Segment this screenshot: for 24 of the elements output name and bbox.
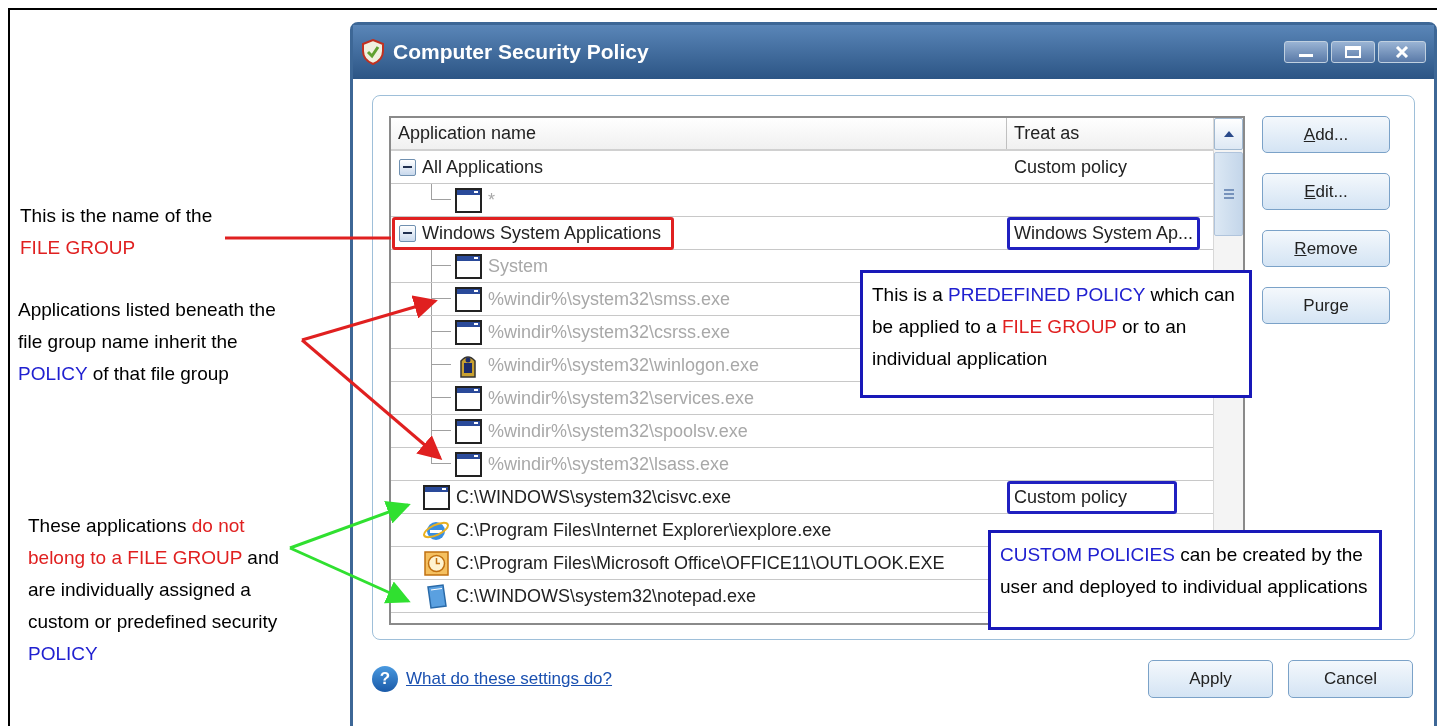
callout-tooltip: This is a PREDEFINED POLICY which can be applied to a FILE GROUP or to an individual application <box>860 270 1252 398</box>
callout-tooltip: CUSTOM POLICIES can be created by the user and deployed to individual applications <box>988 530 1382 630</box>
application-name: Windows System Applications <box>422 221 662 245</box>
application-name: C:\Program Files\Microsoft Office\OFFICE11\OUTLOOK.EXE <box>456 551 945 575</box>
application-name: %windir%\system32\spoolsv.exe <box>488 419 748 443</box>
policy-name: Custom policy <box>1013 155 1129 179</box>
application-name: %windir%\system32\winlogon.exe <box>488 353 760 377</box>
application-name: C:\Program Files\Internet Explorer\iexplore.exe <box>456 518 832 542</box>
application-name: %windir%\system32\smss.exe <box>488 287 731 311</box>
application-name: C:\WINDOWS\system32\cisvc.exe <box>456 485 732 509</box>
annotation-text: Applications listed beneath the file group name inherit the POLICY of that file group <box>18 298 277 386</box>
application-name: All Applications <box>422 155 544 179</box>
application-name: %windir%\system32\lsass.exe <box>488 452 730 476</box>
application-name: System <box>488 254 548 278</box>
application-name: C:\WINDOWS\system32\notepad.exe <box>456 584 757 608</box>
window-title: Computer Security Policy <box>393 39 649 66</box>
application-name: * <box>488 188 495 212</box>
policy-name: Windows System Ap... <box>1007 216 1201 250</box>
annotation-text: This is the name of the FILE GROUP <box>20 204 214 260</box>
application-name: %windir%\system32\services.exe <box>488 386 755 410</box>
application-name: %windir%\system32\csrss.exe <box>488 320 731 344</box>
policy-name: Custom policy <box>1007 480 1177 514</box>
annotation-text: These applications do not belong to a FILE GROUP and are individually assigned a custom or predefined security POLICY <box>28 514 281 666</box>
help-icon: ? <box>372 666 398 692</box>
